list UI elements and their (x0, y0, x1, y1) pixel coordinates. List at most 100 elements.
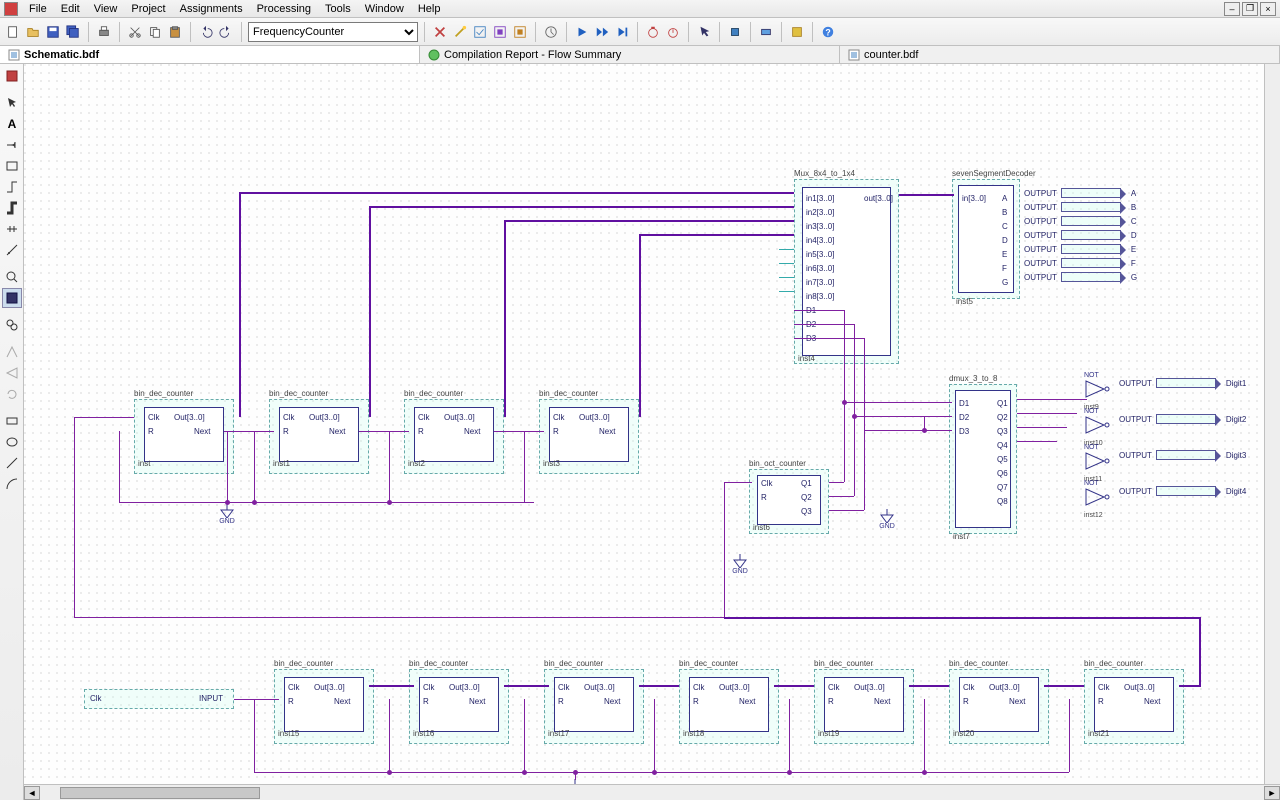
settings-button[interactable] (431, 23, 449, 41)
block-bin-dec-counter[interactable]: bin_dec_counterClkROut[3..0]Nextinst15 (274, 659, 333, 668)
tab-report[interactable]: Compilation Report - Flow Summary (420, 46, 840, 63)
pointer-tool-button[interactable] (695, 23, 713, 41)
wire (899, 194, 954, 196)
orthogonal-node-tool[interactable] (2, 177, 22, 197)
tab-report-label: Compilation Report - Flow Summary (444, 49, 621, 61)
copy-button[interactable] (146, 23, 164, 41)
block-bin-dec-counter[interactable]: bin_dec_counterClkROut[3..0]Nextinst3 (539, 389, 598, 398)
programmer-button[interactable] (757, 23, 775, 41)
output-D[interactable]: OUTPUTD (1024, 230, 1137, 240)
tab-schematic[interactable]: Schematic.bdf (0, 46, 420, 63)
text-tool[interactable]: A (2, 114, 22, 134)
find-tool[interactable] (2, 315, 22, 335)
block-dmux[interactable]: dmux_3_to_8 D1 D2 D3 Q1Q2Q3Q4Q5Q6Q7Q8 in… (949, 374, 997, 383)
menu-help[interactable]: Help (411, 3, 448, 15)
rotate-tool[interactable] (2, 384, 22, 404)
conduit-tool[interactable] (2, 219, 22, 239)
cut-button[interactable] (126, 23, 144, 41)
output-C[interactable]: OUTPUTC (1024, 216, 1137, 226)
menu-view[interactable]: View (87, 3, 125, 15)
block-bin-dec-counter[interactable]: bin_dec_counterClkROut[3..0]Nextinst2 (404, 389, 463, 398)
scroll-thumb[interactable] (60, 787, 260, 799)
rectangle-tool[interactable] (2, 411, 22, 431)
not-gate[interactable]: NOTinst9 (1084, 372, 1112, 411)
scroll-right-icon[interactable]: ► (1264, 786, 1280, 800)
diagonal-node-tool[interactable] (2, 240, 22, 260)
open-button[interactable] (24, 23, 42, 41)
block-bin-dec-counter[interactable]: bin_dec_counterClkROut[3..0]Nextinst1 (269, 389, 328, 398)
redo-button[interactable] (217, 23, 235, 41)
block-sevenseg[interactable]: sevenSegmentDecoder in[3..0] ABCDEFG ins… (952, 169, 1036, 178)
output-G[interactable]: OUTPUTG (1024, 272, 1137, 282)
block-mux[interactable]: Mux_8x4_to_1x4 in1[3..0]in2[3..0]in3[3..… (794, 169, 855, 178)
not-gate[interactable]: NOTinst10 (1084, 408, 1112, 447)
save-button[interactable] (44, 23, 62, 41)
menu-assignments[interactable]: Assignments (173, 3, 250, 15)
chip-icon[interactable] (726, 23, 744, 41)
menu-window[interactable]: Window (358, 3, 411, 15)
fullscreen-tool[interactable] (2, 288, 22, 308)
flip-h-tool[interactable] (2, 342, 22, 362)
timing-button[interactable] (542, 23, 560, 41)
wand-button[interactable] (451, 23, 469, 41)
output-E[interactable]: OUTPUTE (1024, 244, 1136, 254)
line-tool[interactable] (2, 453, 22, 473)
block-oct-counter[interactable]: bin_oct_counter Clk R Q1 Q2 Q3 inst6 (749, 459, 806, 468)
horizontal-scrollbar[interactable]: ◄ ► (24, 784, 1280, 800)
output-B[interactable]: OUTPUTB (1024, 202, 1136, 212)
block-bin-dec-counter[interactable]: bin_dec_counterClkROut[3..0]Nextinst18 (679, 659, 738, 668)
select-tool[interactable] (2, 93, 22, 113)
block-bin-dec-counter[interactable]: bin_dec_counterClkROut[3..0]Nextinst21 (1084, 659, 1143, 668)
undo-button[interactable] (197, 23, 215, 41)
window-close-button[interactable]: × (1260, 2, 1276, 16)
start-play-button[interactable] (573, 23, 591, 41)
compile-button[interactable] (491, 23, 509, 41)
scroll-left-icon[interactable]: ◄ (24, 786, 40, 800)
not-gate[interactable]: NOTinst11 (1084, 444, 1112, 483)
block-bin-dec-counter[interactable]: bin_dec_counterClkROut[3..0]Nextinst20 (949, 659, 1008, 668)
schematic-canvas[interactable]: bin_dec_counterClkROut[3..0]Nextinst bin_… (24, 64, 1280, 800)
save-all-button[interactable] (64, 23, 82, 41)
menu-edit[interactable]: Edit (54, 3, 87, 15)
output-Digit2[interactable]: OUTPUTDigit2 (1119, 414, 1246, 424)
block-bin-dec-counter[interactable]: bin_dec_counterClkROut[3..0]Nextinst17 (544, 659, 603, 668)
window-minimize-button[interactable]: – (1224, 2, 1240, 16)
menu-project[interactable]: Project (124, 3, 172, 15)
menu-processing[interactable]: Processing (250, 3, 318, 15)
paste-button[interactable] (166, 23, 184, 41)
menu-file[interactable]: File (22, 3, 54, 15)
output-F[interactable]: OUTPUTF (1024, 258, 1136, 268)
block-tool[interactable] (2, 156, 22, 176)
print-button[interactable] (95, 23, 113, 41)
analysis-elab-button[interactable] (511, 23, 529, 41)
new-button[interactable] (4, 23, 22, 41)
tab-counter[interactable]: counter.bdf (840, 46, 1280, 63)
analysis-button[interactable] (471, 23, 489, 41)
help-button[interactable]: ? (819, 23, 837, 41)
flip-v-tool[interactable] (2, 363, 22, 383)
output-A[interactable]: OUTPUTA (1024, 188, 1136, 198)
arc-tool[interactable] (2, 474, 22, 494)
block-bin-dec-counter[interactable]: bin_dec_counterClkROut[3..0]Nextinst19 (814, 659, 873, 668)
project-select[interactable]: FrequencyCounter (248, 22, 418, 42)
orthogonal-bus-tool[interactable] (2, 198, 22, 218)
symbol-tool[interactable] (2, 135, 22, 155)
start-compile-play-button[interactable] (593, 23, 611, 41)
block-bin-dec-counter[interactable]: bin_dec_counterClkROut[3..0]Nextinst16 (409, 659, 468, 668)
block-bin-dec-counter[interactable]: bin_dec_counterClkROut[3..0]Nextinst (134, 389, 193, 398)
output-Digit4[interactable]: OUTPUTDigit4 (1119, 486, 1246, 496)
menu-tools[interactable]: Tools (318, 3, 358, 15)
timer2-icon[interactable] (664, 23, 682, 41)
window-restore-button[interactable]: ❐ (1242, 2, 1258, 16)
oval-tool[interactable] (2, 432, 22, 452)
timer1-icon[interactable] (644, 23, 662, 41)
not-gate[interactable]: NOTinst12 (1084, 480, 1112, 519)
zoom-tool[interactable] (2, 267, 22, 287)
resource-button[interactable] (788, 23, 806, 41)
detach-icon[interactable] (2, 66, 22, 86)
next-step-button[interactable] (613, 23, 631, 41)
output-Digit1[interactable]: OUTPUTDigit1 (1119, 378, 1246, 388)
vertical-scrollbar[interactable] (1264, 64, 1280, 784)
output-Digit3[interactable]: OUTPUTDigit3 (1119, 450, 1246, 460)
wire (639, 234, 641, 417)
